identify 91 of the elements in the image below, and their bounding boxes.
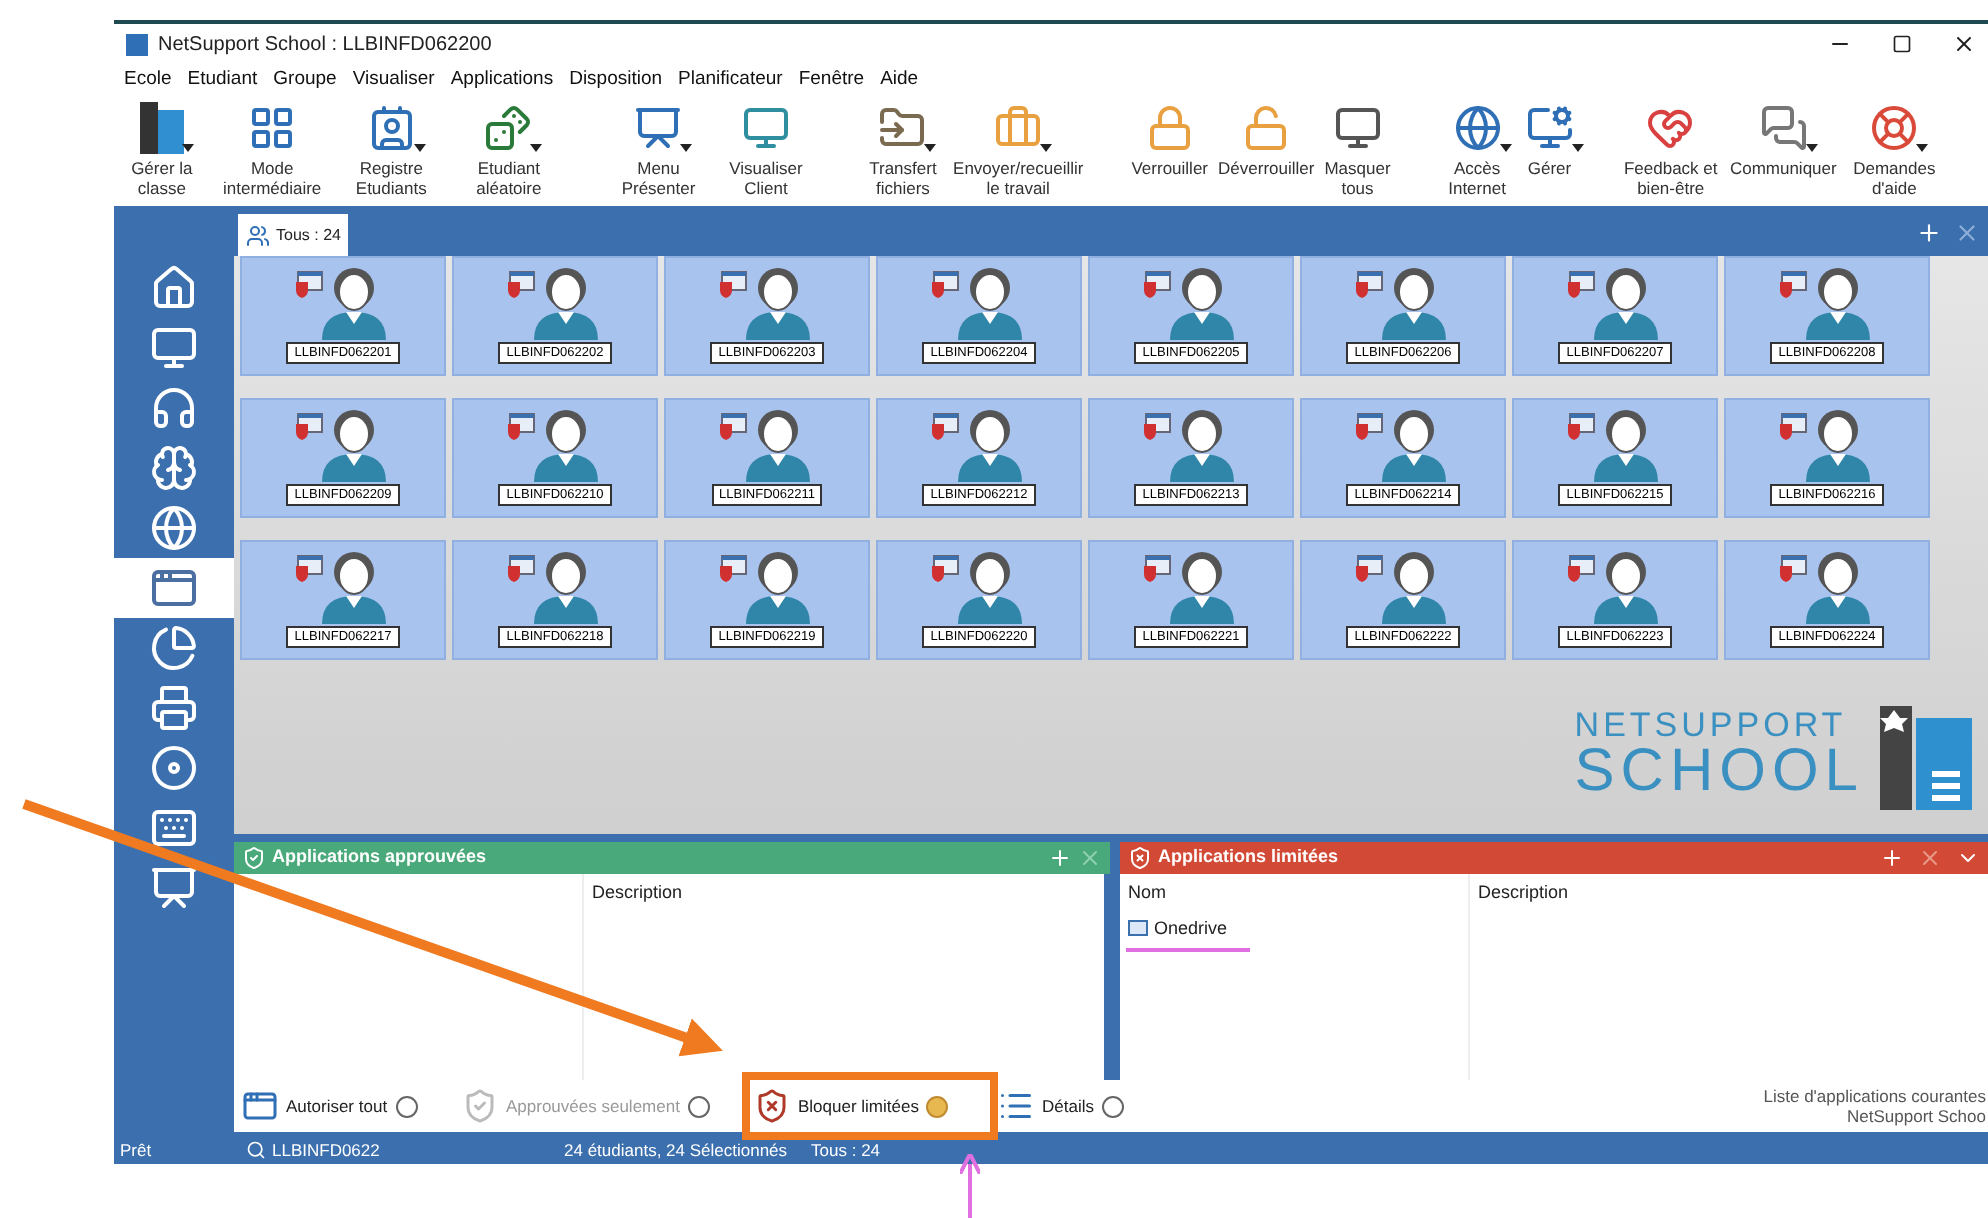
menu-item[interactable]: Groupe (273, 66, 337, 96)
keyboard-icon (150, 804, 198, 852)
app-logo-icon (126, 33, 148, 55)
toolbar-button[interactable]: Visualiser Client (715, 98, 817, 198)
app-window-icon (242, 1088, 278, 1124)
option-label: Approuvées seulement (506, 1093, 680, 1119)
column-header[interactable]: Nom (1128, 880, 1460, 907)
column-header[interactable]: Description (1478, 880, 1980, 907)
globe-icon (1453, 104, 1502, 152)
toolbar-button[interactable]: Feedback et bien-être (1619, 98, 1722, 198)
annotation-underline (1126, 948, 1250, 952)
toolbar-button[interactable]: Demandes d'aide (1844, 98, 1944, 198)
application-row[interactable]: Onedrive (1128, 915, 1460, 942)
toolbar-button[interactable]: Transfert fichiers (860, 98, 946, 198)
class-icon (139, 102, 184, 154)
contact-card-icon (367, 104, 416, 152)
menu-item[interactable]: Etudiant (187, 66, 258, 96)
shield-x-icon (754, 1088, 790, 1124)
toolbar-button[interactable]: Accès Internet (1436, 98, 1518, 198)
shield-check-icon (462, 1088, 498, 1124)
shield-x-icon (1128, 846, 1152, 870)
toolbar-button[interactable]: Menu Présenter (607, 98, 710, 198)
monitor-icon (1333, 104, 1382, 152)
group-tab[interactable]: Tous : 24 (238, 214, 349, 256)
headphones-icon (150, 384, 198, 432)
toolbar-button[interactable]: Envoyer/recueillir le travail (951, 98, 1086, 198)
app-window-icon (1128, 920, 1148, 937)
toolbar-button[interactable]: Gérer la classe (114, 98, 210, 198)
menu-item[interactable]: Aide (880, 66, 919, 96)
logo-text: NETSUPPORT (1574, 708, 1847, 742)
toolbar-button[interactable]: Déverrouiller (1216, 98, 1317, 198)
monitor-tools-icon (1525, 104, 1574, 152)
disc-icon (150, 744, 198, 792)
close-icon[interactable] (1952, 32, 1976, 56)
list-icon (998, 1088, 1034, 1124)
status-text: Tous : 24 (811, 1140, 881, 1160)
menu-item[interactable]: Disposition (569, 66, 663, 96)
home-icon (150, 264, 198, 312)
add-icon[interactable] (1880, 846, 1904, 870)
option-label: Détails (1042, 1093, 1094, 1119)
menu-item[interactable]: Ecole (124, 66, 172, 96)
radio-button[interactable] (1101, 1095, 1124, 1117)
printer-icon (150, 684, 198, 732)
briefcase-icon (994, 104, 1043, 152)
add-icon[interactable] (1048, 846, 1072, 870)
radio-button[interactable] (926, 1095, 949, 1117)
option-label: Autoriser tout (286, 1093, 388, 1119)
unlock-icon (1242, 104, 1291, 152)
monitor-icon (741, 104, 790, 152)
app-window-icon (150, 564, 198, 612)
lock-icon (1145, 104, 1194, 152)
toolbar-button[interactable]: Registre Etudiants (334, 98, 448, 198)
presentation-icon (634, 104, 683, 152)
status-text: Prêt (120, 1140, 154, 1160)
sidebar-item[interactable] (114, 558, 234, 618)
note-text: Liste d'applications courantes (1763, 1086, 1986, 1106)
lifebuoy-icon (1870, 104, 1919, 152)
status-text: LLBINFD0622 (272, 1140, 382, 1160)
pie-chart-icon (150, 624, 198, 672)
easel-icon (150, 864, 198, 912)
folder-icon (878, 104, 927, 152)
option-label: Bloquer limitées (798, 1093, 919, 1119)
dice-icon (484, 104, 533, 152)
menu-item[interactable]: Fenêtre (798, 66, 865, 96)
grid-icon (248, 104, 297, 152)
add-icon[interactable] (1916, 220, 1942, 246)
toolbar-button[interactable]: Communiquer (1727, 98, 1839, 198)
panel-title: Applications approuvées (272, 844, 487, 871)
people-icon (246, 223, 270, 247)
shield-check-icon (242, 846, 266, 870)
search-icon (246, 1140, 266, 1160)
status-text: 24 étudiants, 24 Sélectionnés (564, 1140, 788, 1160)
note-text: NetSupport Schoo (1847, 1106, 1986, 1126)
toolbar-button[interactable]: Verrouiller (1129, 98, 1211, 198)
toolbar-button[interactable]: Etudiant aléatoire (453, 98, 564, 198)
globe-icon (150, 504, 198, 552)
chat-icon (1759, 104, 1808, 152)
maximize-icon[interactable] (1892, 34, 1912, 54)
window-title: NetSupport School : LLBINFD062200 (158, 31, 492, 59)
annotation-arrow (958, 1152, 982, 1218)
menu-item[interactable]: Planificateur (678, 66, 783, 96)
panel-title: Applications limitées (1158, 844, 1339, 871)
toolbar-button[interactable]: Gérer (1523, 98, 1576, 198)
menu-item[interactable]: Applications (450, 66, 554, 96)
logo-text: SCHOOL (1574, 742, 1864, 802)
toolbar-button[interactable]: Mode intermédiaire (215, 98, 329, 198)
toolbar-button[interactable]: Masquer tous (1322, 98, 1393, 198)
radio-button[interactable] (395, 1095, 418, 1117)
menu-item[interactable]: Visualiser (352, 66, 435, 96)
column-header[interactable]: Description (592, 882, 683, 902)
monitor-icon (150, 324, 198, 372)
